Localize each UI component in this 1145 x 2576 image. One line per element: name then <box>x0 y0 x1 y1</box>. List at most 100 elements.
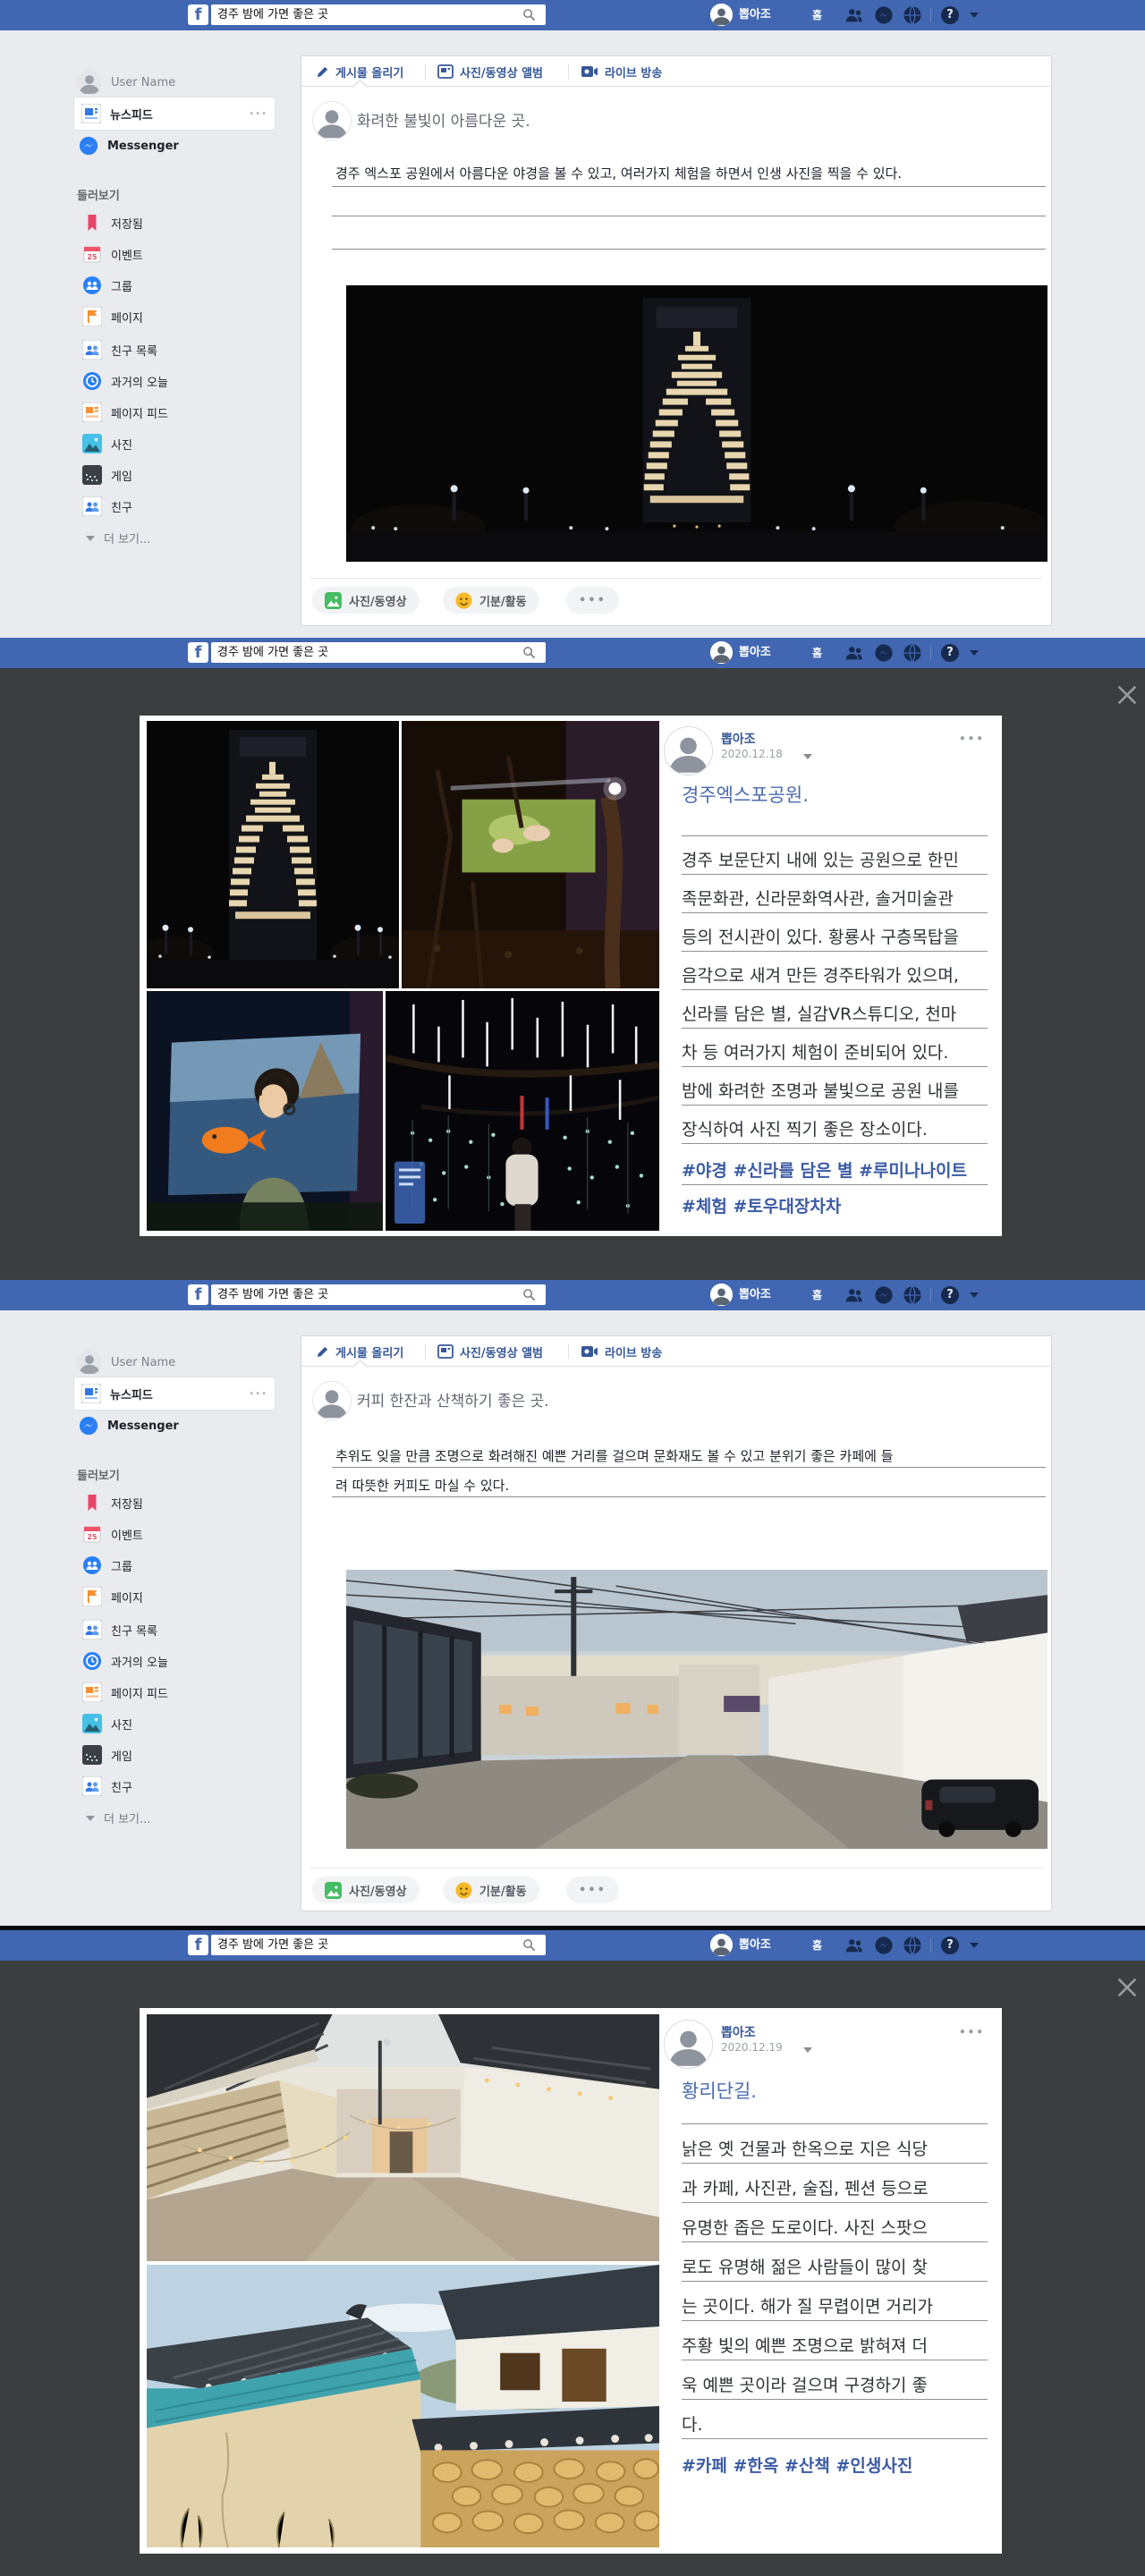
sidebar-item-saved[interactable]: 저장됨 <box>82 213 143 233</box>
tab-photo-video-album[interactable]: 사진/동영상 앨범 <box>437 56 543 87</box>
sidebar-item-events[interactable]: 25이벤트 <box>82 244 143 264</box>
account-menu-caret-icon[interactable] <box>970 13 979 18</box>
sidebar-profile[interactable]: User Name <box>77 70 175 95</box>
post-photo-hwangnidan-street[interactable] <box>346 1570 1047 1849</box>
search-input[interactable]: 경주 밤에 가면 좋은 곳 <box>211 1284 546 1305</box>
facebook-logo[interactable]: f <box>188 642 208 663</box>
profile-avatar[interactable] <box>710 1934 733 1956</box>
sidebar-item-groups[interactable]: 그룹 <box>82 1555 132 1575</box>
photo-video-button[interactable]: 사진/동영상 <box>312 587 420 614</box>
sidebar-item-groups[interactable]: 그룹 <box>82 275 132 295</box>
post-options-icon[interactable]: ••• <box>959 733 985 745</box>
lightbox-photo-forest-projection[interactable] <box>402 721 659 988</box>
profile-avatar[interactable] <box>710 1284 733 1306</box>
sidebar-item-friend-lists[interactable]: 친구 목록 <box>82 1620 157 1640</box>
post-body-text-line2[interactable]: 려 따뜻한 커피도 마실 수 있다. <box>335 1476 1046 1495</box>
hashtags-line[interactable]: #야경 #신라를 담은 별 #루미나나이트 <box>682 1144 988 1185</box>
notifications-globe-icon[interactable] <box>903 1285 922 1305</box>
sidebar-item-pages[interactable]: 페이지 <box>82 1587 143 1606</box>
tab-live-video[interactable]: 라이브 방송 <box>581 56 662 87</box>
sidebar-item-saved[interactable]: 저장됨 <box>82 1493 143 1513</box>
close-icon[interactable] <box>1115 682 1140 708</box>
sidebar-item-newsfeed[interactable]: 뉴스피드 ••• <box>73 1377 276 1411</box>
messenger-icon[interactable] <box>874 1936 894 1955</box>
help-icon[interactable]: ? <box>941 6 959 24</box>
notifications-globe-icon[interactable] <box>903 643 922 663</box>
sidebar-item-friends[interactable]: 친구 <box>82 496 132 516</box>
hashtags-line[interactable]: #체험 #토우대장차차 <box>682 1185 988 1224</box>
messenger-icon[interactable] <box>874 643 894 663</box>
friend-requests-icon[interactable] <box>844 1285 864 1305</box>
post-options-icon[interactable]: ••• <box>959 2026 985 2038</box>
sidebar-item-newsfeed[interactable]: 뉴스피드 ••• <box>73 97 276 131</box>
search-icon[interactable] <box>522 646 536 659</box>
friend-requests-icon[interactable] <box>844 5 864 25</box>
search-input[interactable]: 경주 밤에 가면 좋은 곳 <box>211 1935 546 1955</box>
newsfeed-options-icon[interactable]: ••• <box>249 1389 267 1399</box>
sidebar-item-games[interactable]: 게임 <box>82 465 132 485</box>
hashtags-line[interactable]: #카페 #한옥 #산책 #인생사진 <box>682 2439 988 2482</box>
search-input[interactable]: 경주 밤에 가면 좋은 곳 <box>211 642 546 663</box>
account-menu-caret-icon[interactable] <box>970 1943 979 1948</box>
close-icon[interactable] <box>1115 1975 1140 2000</box>
more-options-button[interactable]: ••• <box>566 587 619 614</box>
sidebar-item-friend-lists[interactable]: 친구 목록 <box>82 340 157 360</box>
post-author-avatar[interactable] <box>664 726 713 775</box>
search-icon[interactable] <box>522 8 536 21</box>
help-icon[interactable]: ? <box>941 1286 959 1304</box>
post-author-name[interactable]: 뽑아조 <box>721 2023 756 2041</box>
profile-name-link[interactable]: 뽑아조 <box>739 0 771 30</box>
search-input[interactable]: 경주 밤에 가면 좋은 곳 <box>211 4 546 25</box>
lightbox-photo-light-sticks-tree[interactable] <box>386 991 659 1231</box>
post-author-avatar[interactable] <box>664 2020 713 2069</box>
profile-avatar[interactable] <box>710 4 733 26</box>
post-author-name[interactable]: 뽑아조 <box>721 730 756 748</box>
text-line[interactable] <box>332 1467 1046 1468</box>
sidebar-item-on-this-day[interactable]: 과거의 오늘 <box>82 1651 168 1671</box>
newsfeed-options-icon[interactable]: ••• <box>249 109 267 119</box>
home-link[interactable]: 홈 <box>812 1930 822 1961</box>
home-link[interactable]: 홈 <box>812 638 822 668</box>
help-icon[interactable]: ? <box>941 1936 959 1954</box>
sidebar-item-games[interactable]: 게임 <box>82 1745 132 1765</box>
notifications-globe-icon[interactable] <box>903 5 922 25</box>
sidebar-item-page-feed[interactable]: 페이지 피드 <box>82 402 168 422</box>
facebook-logo[interactable]: f <box>188 4 208 25</box>
home-link[interactable]: 홈 <box>812 0 822 30</box>
search-icon[interactable] <box>522 1938 536 1952</box>
text-line[interactable] <box>332 186 1046 187</box>
lightbox-photo-girl-goldfish-projection[interactable] <box>147 991 383 1231</box>
sidebar-item-photos[interactable]: 사진 <box>82 434 132 453</box>
messenger-icon[interactable] <box>874 5 894 25</box>
sidebar-item-messenger[interactable]: Messenger <box>79 1416 179 1436</box>
account-menu-caret-icon[interactable] <box>970 650 979 656</box>
sidebar-item-messenger[interactable]: Messenger <box>79 136 179 156</box>
privacy-caret-icon[interactable] <box>803 2047 812 2053</box>
lightbox-photo-hanok-rooftops[interactable] <box>147 2265 659 2547</box>
sidebar-item-events[interactable]: 25이벤트 <box>82 1524 143 1544</box>
account-menu-caret-icon[interactable] <box>970 1292 979 1298</box>
privacy-caret-icon[interactable] <box>803 754 812 759</box>
post-photo-gyeongju-tower-night[interactable] <box>346 285 1047 562</box>
sidebar-see-more[interactable]: 더 보기... <box>86 530 150 547</box>
post-body-text-line1[interactable]: 추위도 잊을 만큼 조명으로 화려해진 예쁜 거리를 걸으며 문화재도 볼 수 … <box>335 1446 1046 1465</box>
text-line[interactable] <box>332 249 1046 250</box>
photo-video-button[interactable]: 사진/동영상 <box>312 1877 420 1903</box>
help-icon[interactable]: ? <box>941 644 959 662</box>
sidebar-see-more[interactable]: 더 보기... <box>86 1809 150 1826</box>
home-link[interactable]: 홈 <box>812 1280 822 1310</box>
sidebar-item-pages[interactable]: 페이지 <box>82 307 143 326</box>
lightbox-photo-tower[interactable] <box>147 721 399 988</box>
tab-live-video[interactable]: 라이브 방송 <box>581 1336 662 1367</box>
search-icon[interactable] <box>522 1288 536 1301</box>
more-options-button[interactable]: ••• <box>566 1877 619 1903</box>
messenger-icon[interactable] <box>874 1285 894 1305</box>
feeling-activity-button[interactable]: 기분/활동 <box>443 1877 539 1903</box>
sidebar-item-friends[interactable]: 친구 <box>82 1776 132 1796</box>
sidebar-item-page-feed[interactable]: 페이지 피드 <box>82 1682 168 1702</box>
facebook-logo[interactable]: f <box>188 1284 208 1305</box>
friend-requests-icon[interactable] <box>844 1936 864 1955</box>
profile-name-link[interactable]: 뽑아조 <box>739 1280 771 1310</box>
post-title-text[interactable]: 커피 한잔과 산책하기 좋은 곳. <box>357 1388 549 1411</box>
feeling-activity-button[interactable]: 기분/활동 <box>443 587 539 614</box>
